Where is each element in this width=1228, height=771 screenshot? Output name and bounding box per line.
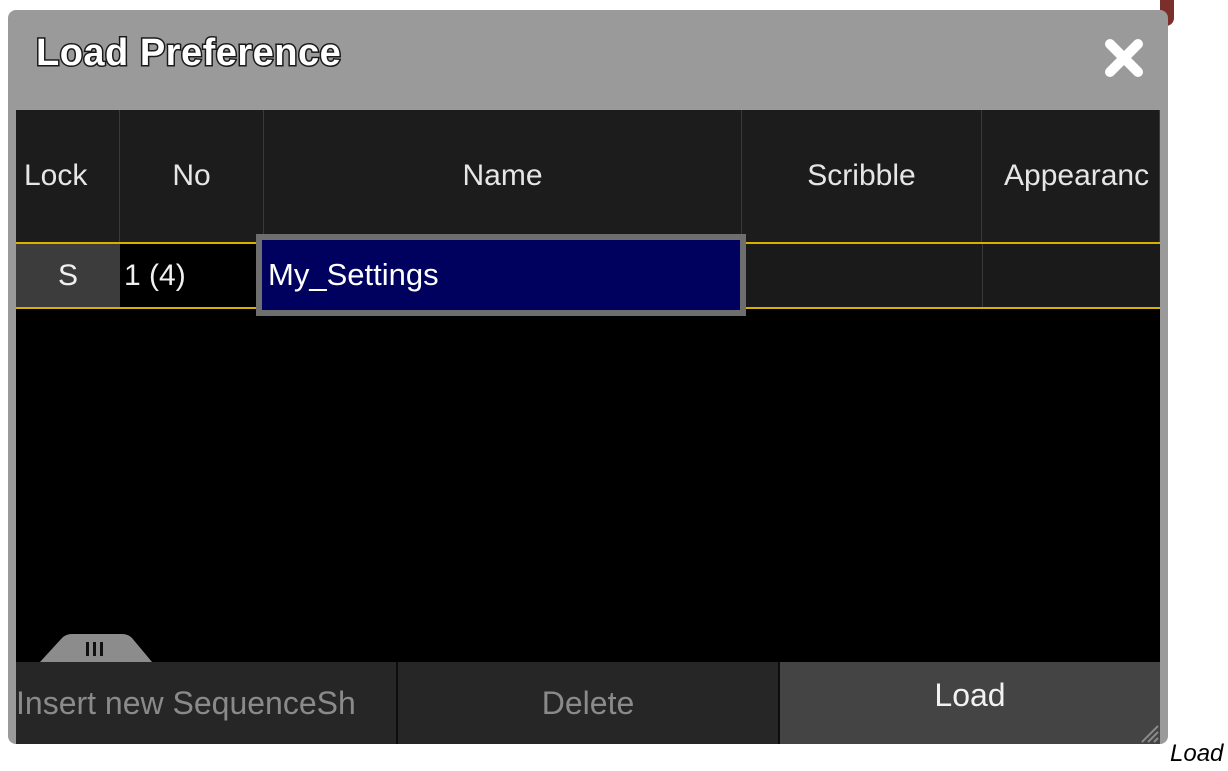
row-lock-cell[interactable]: S <box>16 244 120 307</box>
column-header-appearance[interactable]: Appearanc <box>982 110 1160 242</box>
resize-grip-icon[interactable] <box>1136 720 1160 744</box>
title-bar[interactable]: Load Preference <box>8 10 1168 110</box>
column-header-name[interactable]: Name <box>264 110 742 242</box>
close-icon <box>1105 39 1143 77</box>
name-edit-value[interactable]: My_Settings <box>262 240 740 310</box>
scroll-handle-icon[interactable] <box>40 630 152 662</box>
delete-button[interactable]: Delete <box>398 662 780 744</box>
column-header-lock[interactable]: Lock <box>16 110 120 242</box>
button-bar: Insert new SequenceSh Delete Load <box>16 662 1160 744</box>
close-button[interactable] <box>1102 36 1146 80</box>
insert-new-button[interactable]: Insert new SequenceSh <box>16 662 398 744</box>
row-scribble-cell[interactable] <box>742 244 982 307</box>
background <box>0 0 1228 10</box>
column-header-scribble[interactable]: Scribble <box>742 110 982 242</box>
row-no-cell[interactable]: 1 (4) <box>120 244 264 307</box>
load-button[interactable]: Load <box>780 662 1160 744</box>
name-edit-field[interactable]: My_Settings <box>256 234 746 316</box>
load-preference-dialog: Load Preference Lock No Name Scribble Ap… <box>8 10 1168 744</box>
preference-table: Lock No Name Scribble Appearanc S 1 (4) … <box>16 110 1160 662</box>
row-appearance-cell[interactable] <box>982 244 1160 307</box>
column-header-no[interactable]: No <box>120 110 264 242</box>
caption-text: Load <box>1170 740 1224 767</box>
dialog-title: Load Preference <box>34 31 342 76</box>
